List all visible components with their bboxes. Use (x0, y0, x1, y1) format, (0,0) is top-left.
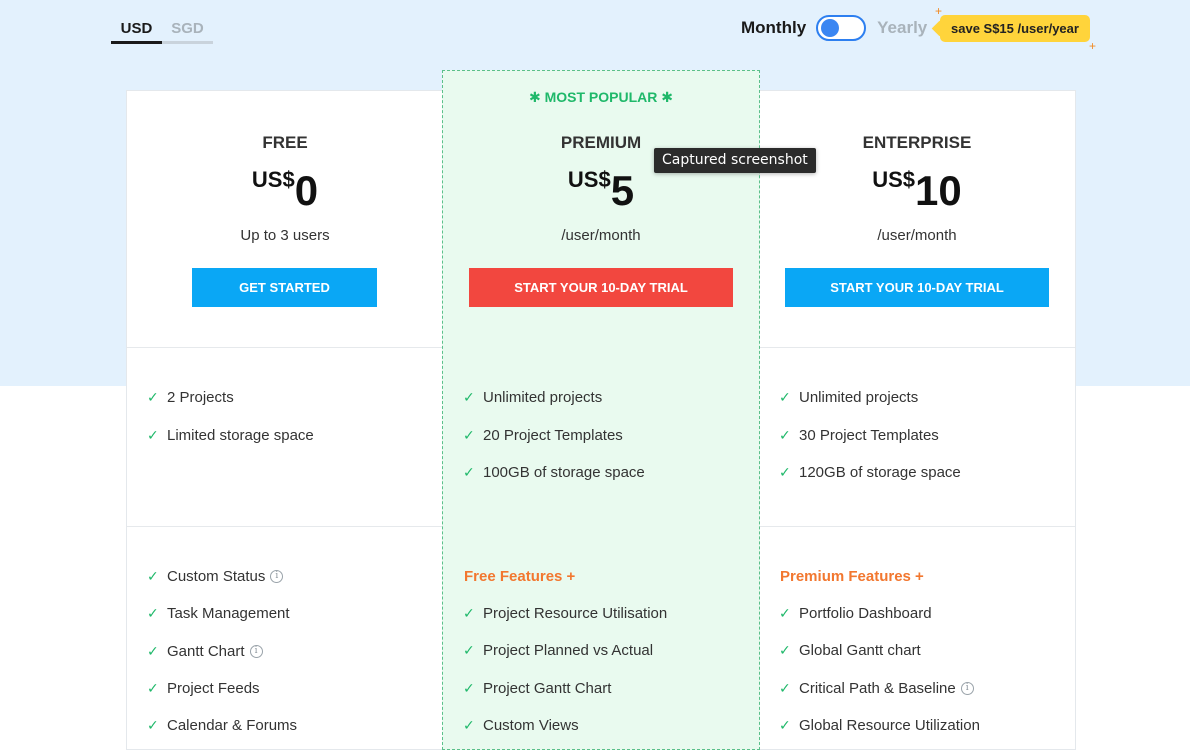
check-icon: ✓ (147, 389, 159, 405)
billing-switch: Monthly Yearly (741, 14, 927, 42)
check-icon: ✓ (463, 642, 475, 658)
feature-item: ✓ Task Management (147, 605, 290, 622)
tab-usd[interactable]: USD (111, 18, 162, 44)
feature-item: ✓ Custom Status i (147, 568, 284, 585)
feature-item: ✓ Project Feeds (147, 680, 260, 697)
check-icon: ✓ (463, 605, 475, 621)
start-trial-button[interactable]: START YOUR 10-DAY TRIAL (785, 268, 1049, 307)
feature-item: ✓ Project Planned vs Actual (463, 642, 654, 659)
plan-subtext: /user/month (877, 227, 957, 244)
plan-price: US$0 (127, 165, 443, 217)
info-icon[interactable]: i (270, 570, 284, 583)
plan-name: FREE (262, 133, 308, 152)
monthly-label[interactable]: Monthly (741, 18, 806, 38)
tab-sgd[interactable]: SGD (162, 18, 213, 44)
info-icon[interactable]: i (249, 645, 263, 658)
features-heading: Premium Features + (780, 568, 924, 585)
price-amount: 0 (294, 167, 319, 214)
check-icon: ✓ (779, 642, 791, 658)
features-heading: Free Features + (464, 568, 576, 585)
feature-item: ✓ Custom Views (463, 717, 579, 734)
price-currency: US$ (251, 167, 295, 192)
feature-item: ✓ Limited storage space (147, 427, 314, 444)
feature-item: ✓ Project Gantt Chart (463, 680, 612, 697)
check-icon: ✓ (147, 427, 159, 443)
check-icon: ✓ (463, 717, 475, 733)
check-icon: ✓ (147, 605, 159, 621)
yearly-label[interactable]: Yearly (877, 18, 927, 38)
check-icon: ✓ (779, 464, 791, 480)
start-trial-button[interactable]: START YOUR 10-DAY TRIAL (469, 268, 733, 307)
sparkle-icon: + (935, 4, 943, 18)
plan-subtext: Up to 3 users (240, 227, 330, 244)
price-amount: 5 (610, 167, 635, 214)
feature-item: ✓ Unlimited projects (779, 389, 919, 406)
feature-item: ✓ Global Resource Utilization (779, 717, 980, 734)
price-currency: US$ (567, 167, 611, 192)
check-icon: ✓ (147, 643, 159, 659)
most-popular-label: ✱ MOST POPULAR ✱ (528, 89, 674, 105)
check-icon: ✓ (779, 717, 791, 733)
check-icon: ✓ (779, 605, 791, 621)
feature-item: ✓ 20 Project Templates (463, 427, 623, 444)
price-currency: US$ (872, 167, 916, 192)
feature-item: ✓ 30 Project Templates (779, 427, 939, 444)
check-icon: ✓ (779, 427, 791, 443)
billing-toggle[interactable] (816, 15, 867, 41)
feature-item: ✓ Global Gantt chart (779, 642, 921, 659)
feature-item: ✓ 2 Projects (147, 389, 234, 406)
feature-item: ✓ Unlimited projects (463, 389, 603, 406)
info-icon[interactable]: i (960, 682, 974, 695)
check-icon: ✓ (463, 680, 475, 696)
check-icon: ✓ (463, 389, 475, 405)
price-amount: 10 (915, 167, 962, 214)
feature-item: ✓ 120GB of storage space (779, 464, 961, 481)
check-icon: ✓ (463, 427, 475, 443)
captured-screenshot-tooltip: Captured screenshot (654, 148, 816, 173)
check-icon: ✓ (463, 464, 475, 480)
check-icon: ✓ (147, 680, 159, 696)
feature-item: ✓ Critical Path & Baseline i (779, 680, 974, 697)
feature-item: ✓ Calendar & Forums (147, 717, 298, 734)
feature-item: ✓ 100GB of storage space (463, 464, 645, 481)
feature-item: ✓ Portfolio Dashboard (779, 605, 932, 622)
feature-item: ✓ Gantt Chart i (147, 643, 263, 660)
currency-tabs: USD SGD (111, 18, 213, 44)
save-badge: save S$15 /user/year (940, 15, 1090, 42)
get-started-button[interactable]: GET STARTED (192, 268, 377, 307)
check-icon: ✓ (147, 717, 159, 733)
feature-item: ✓ Project Resource Utilisation (463, 605, 668, 622)
toggle-knob (821, 19, 840, 37)
check-icon: ✓ (147, 568, 159, 584)
sparkle-icon: + (1089, 39, 1097, 53)
check-icon: ✓ (779, 680, 791, 696)
plan-subtext: /user/month (561, 227, 641, 244)
check-icon: ✓ (779, 389, 791, 405)
